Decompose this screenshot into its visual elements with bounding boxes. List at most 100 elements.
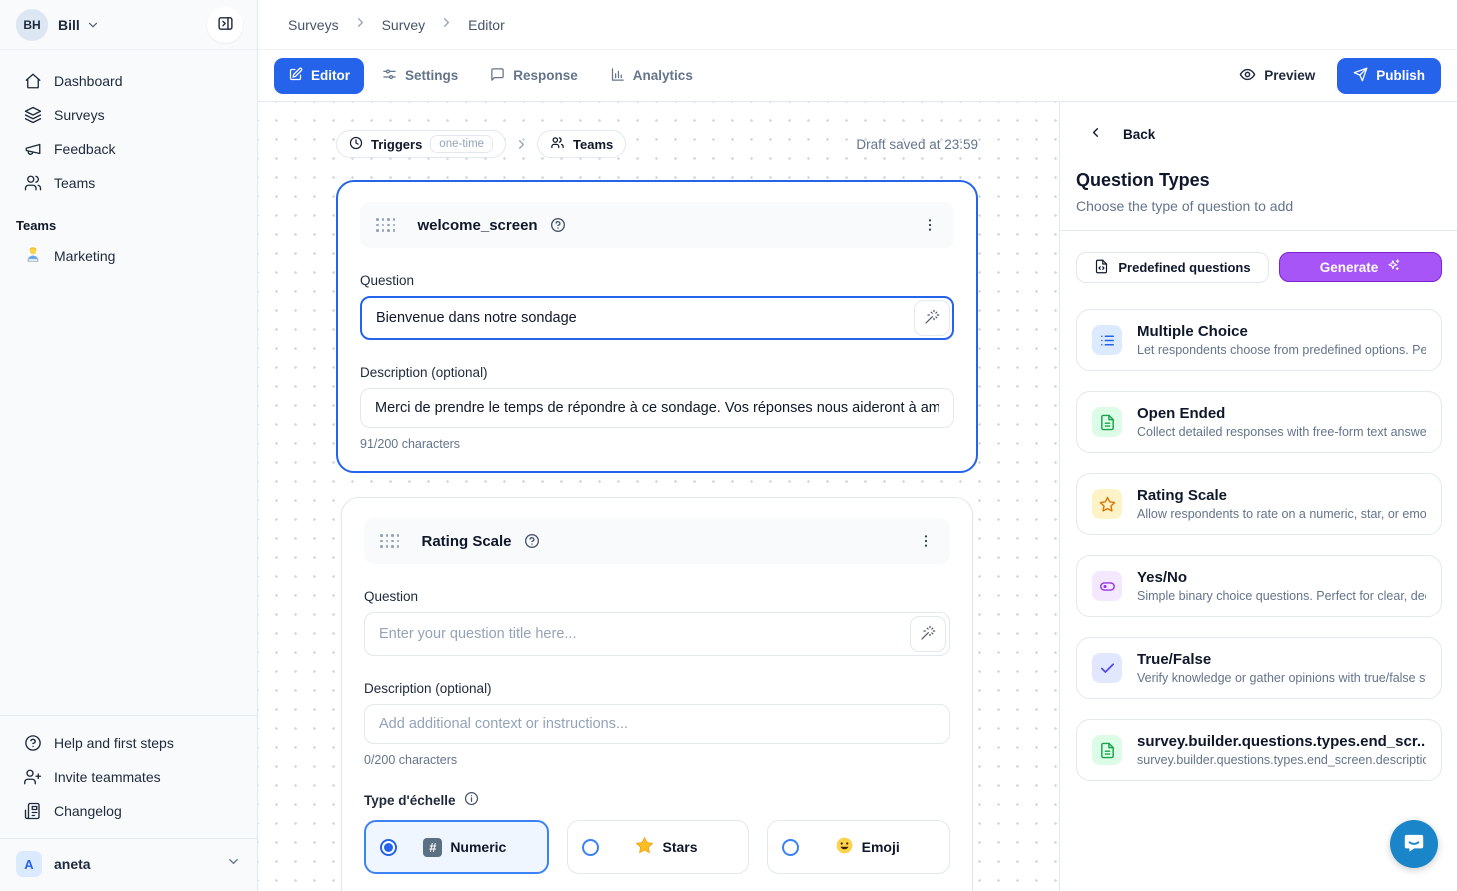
question-card-rating-scale[interactable]: Rating Scale Question Description (optio… — [341, 497, 973, 891]
panel-toggle-icon — [217, 15, 234, 35]
description-label: Description (optional) — [364, 681, 950, 696]
type-card-rating-scale[interactable]: Rating Scale Allow respondents to rate o… — [1076, 473, 1442, 535]
breadcrumb-editor[interactable]: Editor — [468, 17, 505, 33]
info-icon[interactable] — [464, 791, 479, 809]
question-card-title: welcome_screen — [418, 217, 538, 234]
magic-wand-button[interactable] — [914, 300, 950, 336]
magic-wand-button[interactable] — [910, 616, 946, 652]
teams-section-label: Teams — [0, 200, 257, 239]
type-name: Rating Scale — [1137, 487, 1426, 504]
sidebar-item-label: Changelog — [54, 803, 122, 819]
question-type-list: Multiple Choice Let respondents choose f… — [1076, 309, 1442, 781]
check-icon — [1092, 653, 1122, 683]
teams-pill[interactable]: Teams — [537, 130, 626, 158]
chat-bubble-icon — [1401, 830, 1427, 859]
predefined-questions-label: Predefined questions — [1118, 260, 1250, 275]
breadcrumb-surveys[interactable]: Surveys — [288, 17, 339, 33]
help-circle-icon[interactable] — [524, 533, 540, 549]
tab-analytics[interactable]: Analytics — [596, 58, 707, 94]
type-card-end-screen[interactable]: survey.builder.questions.types.end_scr..… — [1076, 719, 1442, 781]
tab-label: Settings — [405, 68, 458, 83]
sidebar-item-invite[interactable]: Invite teammates — [8, 760, 249, 794]
triggers-pill[interactable]: Triggers one-time — [336, 130, 506, 158]
type-card-true-false[interactable]: True/False Verify knowledge or gather op… — [1076, 637, 1442, 699]
description-input[interactable] — [364, 704, 950, 744]
description-input[interactable] — [360, 388, 954, 428]
char-count: 91/200 characters — [360, 437, 954, 451]
tab-settings[interactable]: Settings — [368, 58, 472, 94]
question-types-panel: Back Question Types Choose the type of q… — [1059, 102, 1457, 891]
chevron-down-icon[interactable] — [86, 18, 100, 32]
star-emoji — [635, 836, 654, 858]
tab-editor[interactable]: Editor — [274, 58, 364, 94]
keycap-hash-emoji: # — [423, 838, 442, 857]
question-card-header: welcome_screen — [360, 202, 954, 248]
chat-launcher-button[interactable] — [1390, 820, 1438, 868]
sidebar-item-surveys[interactable]: Surveys — [8, 98, 249, 132]
card-menu-button[interactable] — [918, 533, 934, 549]
scale-option-emoji[interactable]: Emoji — [767, 820, 950, 874]
sidebar-item-help[interactable]: Help and first steps — [8, 726, 249, 760]
main-area: Surveys Survey Editor Editor Settings Re… — [258, 0, 1457, 891]
user-name[interactable]: Bill — [58, 17, 80, 33]
breadcrumb-survey[interactable]: Survey — [382, 17, 426, 33]
team-item-label: Marketing — [54, 248, 115, 264]
generate-button[interactable]: Generate — [1279, 252, 1442, 282]
preview-button[interactable]: Preview — [1227, 58, 1327, 94]
file-text-icon — [1092, 735, 1122, 765]
sidebar-item-marketing[interactable]: Marketing — [8, 239, 249, 273]
sidebar-item-label: Dashboard — [54, 73, 123, 89]
org-switcher[interactable]: A aneta — [0, 838, 257, 891]
content-area: Triggers one-time Teams Draft saved at 2… — [258, 102, 1457, 891]
chevron-right-icon — [514, 137, 529, 152]
org-avatar: A — [16, 851, 42, 877]
preview-label: Preview — [1264, 68, 1315, 83]
sidebar-item-dashboard[interactable]: Dashboard — [8, 64, 249, 98]
tab-response[interactable]: Response — [476, 58, 592, 94]
scale-type-label-text: Type d'échelle — [364, 793, 456, 808]
editor-canvas: Triggers one-time Teams Draft saved at 2… — [258, 102, 1059, 891]
type-card-multiple-choice[interactable]: Multiple Choice Let respondents choose f… — [1076, 309, 1442, 371]
drag-handle-icon[interactable] — [376, 218, 396, 232]
card-menu-button[interactable] — [922, 217, 938, 233]
back-button[interactable]: Back — [1076, 125, 1442, 143]
sidebar-collapse-button[interactable] — [207, 7, 243, 43]
radio-icon — [582, 839, 599, 856]
sidebar-item-changelog[interactable]: Changelog — [8, 794, 249, 828]
chevron-down-icon — [226, 854, 241, 874]
tab-label: Analytics — [633, 68, 693, 83]
users-icon — [550, 135, 565, 153]
panel-actions: Predefined questions Generate — [1076, 252, 1442, 283]
scale-option-label: Numeric — [450, 839, 506, 855]
triggers-label: Triggers — [371, 137, 422, 152]
org-name: aneta — [54, 856, 214, 872]
sidebar: BH Bill Dashboard Surv — [0, 0, 258, 891]
file-text-icon — [1092, 407, 1122, 437]
question-label: Question — [360, 273, 954, 288]
question-title-input[interactable] — [360, 296, 954, 340]
sliders-icon — [382, 67, 397, 85]
type-card-yes-no[interactable]: Yes/No Simple binary choice questions. P… — [1076, 555, 1442, 617]
sidebar-item-label: Feedback — [54, 141, 115, 157]
star-icon — [1092, 489, 1122, 519]
help-circle-icon[interactable] — [550, 217, 566, 233]
question-card-welcome-screen[interactable]: welcome_screen Question Description (opt… — [336, 180, 978, 473]
type-description: Allow respondents to rate on a numeric, … — [1137, 507, 1426, 521]
question-title-input[interactable] — [364, 612, 950, 656]
scale-option-label: Stars — [662, 839, 697, 855]
sidebar-item-teams[interactable]: Teams — [8, 166, 249, 200]
type-description: Simple binary choice questions. Perfect … — [1137, 589, 1426, 603]
sidebar-item-feedback[interactable]: Feedback — [8, 132, 249, 166]
predefined-questions-button[interactable]: Predefined questions — [1076, 252, 1269, 283]
trigger-type-badge: one-time — [430, 135, 493, 153]
drag-handle-icon[interactable] — [380, 534, 400, 548]
type-card-open-ended[interactable]: Open Ended Collect detailed responses wi… — [1076, 391, 1442, 453]
chevron-left-icon — [1088, 125, 1103, 143]
publish-button[interactable]: Publish — [1337, 58, 1441, 94]
scale-option-stars[interactable]: Stars — [567, 820, 750, 874]
scale-option-numeric[interactable]: # Numeric — [364, 820, 549, 874]
type-description: survey.builder.questions.types.end_scree… — [1137, 753, 1426, 767]
publish-label: Publish — [1376, 68, 1425, 83]
user-avatar[interactable]: BH — [16, 9, 48, 41]
sidebar-spacer — [0, 273, 257, 715]
